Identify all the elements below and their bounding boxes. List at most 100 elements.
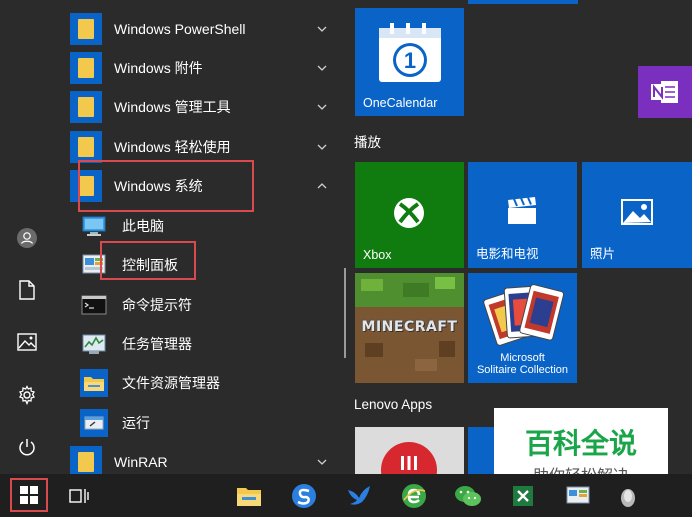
tile-onecalendar[interactable]: 1 OneCalendar bbox=[355, 8, 464, 116]
chevron-down-icon bbox=[317, 26, 327, 32]
tool-icon bbox=[621, 489, 635, 507]
folder-icon bbox=[70, 446, 102, 474]
app-label: 命令提示符 bbox=[122, 297, 192, 313]
sogou-icon bbox=[292, 484, 316, 508]
chevron-down-icon bbox=[317, 459, 327, 465]
start-button[interactable] bbox=[10, 478, 48, 512]
xbox-icon bbox=[394, 198, 424, 228]
tile-xbox[interactable]: Xbox bbox=[355, 162, 464, 268]
taskbar bbox=[0, 474, 692, 517]
app-label: 运行 bbox=[122, 415, 150, 431]
app-label: Windows 附件 bbox=[114, 60, 203, 76]
tile-photos[interactable]: 照片 bbox=[582, 162, 692, 268]
taskbar-bird-app[interactable] bbox=[343, 480, 375, 512]
tile-partial-top[interactable] bbox=[468, 0, 578, 4]
task-manager-icon bbox=[82, 334, 106, 354]
app-list: Windows PowerShell Windows 附件 Windows 管理… bbox=[54, 0, 344, 474]
app-item-control-panel[interactable]: 控制面板 bbox=[54, 245, 344, 285]
minecraft-logo-text: MINECRAFT bbox=[361, 319, 458, 335]
app-label: Windows 管理工具 bbox=[114, 99, 231, 115]
windows-logo-icon bbox=[20, 486, 38, 504]
tile-label: 照片 bbox=[590, 247, 616, 261]
taskbar-tool-app[interactable] bbox=[612, 480, 644, 512]
folder-icon bbox=[70, 91, 102, 123]
pictures-icon bbox=[17, 333, 37, 351]
taskbar-wechat[interactable] bbox=[452, 480, 484, 512]
group-title-play: 播放 bbox=[354, 135, 381, 150]
solitaire-title: Microsoft Solitaire Collection bbox=[468, 352, 577, 376]
run-icon bbox=[80, 409, 108, 437]
tile-label: 电影和电视 bbox=[476, 247, 539, 261]
tile-movies-tv[interactable]: 电影和电视 bbox=[468, 162, 577, 268]
app-item-this-pc[interactable]: 此电脑 bbox=[54, 206, 344, 246]
app-label: 此电脑 bbox=[122, 218, 164, 234]
app-folder-winrar[interactable]: WinRAR bbox=[54, 442, 344, 474]
start-menu-rail bbox=[0, 0, 54, 474]
document-icon bbox=[19, 280, 35, 300]
lenovo-app-icon bbox=[381, 442, 437, 474]
pictures-button[interactable] bbox=[0, 322, 54, 362]
task-view-icon bbox=[69, 489, 89, 503]
power-icon bbox=[19, 439, 35, 456]
taskbar-360-browser[interactable] bbox=[398, 480, 430, 512]
settings-icon bbox=[19, 385, 35, 405]
tile-minecraft[interactable]: MINECRAFT bbox=[355, 273, 464, 383]
spreadsheet-icon bbox=[513, 486, 533, 506]
chevron-up-icon bbox=[317, 183, 327, 189]
app-label: 任务管理器 bbox=[122, 336, 192, 352]
bird-icon bbox=[348, 486, 370, 505]
tiles-panel: 1 OneCalendar 播放 Xbox 电影和电视 照片 MINECRAFT… bbox=[346, 0, 692, 474]
taskbar-control-panel[interactable] bbox=[562, 480, 594, 512]
folder-icon bbox=[70, 52, 102, 84]
calendar-glyph: 1 bbox=[404, 48, 416, 73]
power-button[interactable] bbox=[0, 427, 54, 467]
chevron-down-icon bbox=[317, 104, 327, 110]
calendar-icon: 1 bbox=[379, 23, 441, 82]
wechat-icon bbox=[455, 486, 481, 506]
watermark-title: 百科全说 bbox=[524, 427, 637, 460]
chevron-down-icon bbox=[317, 65, 327, 71]
solitaire-title-line2: Solitaire Collection bbox=[476, 364, 569, 376]
control-panel-icon bbox=[566, 486, 590, 504]
app-item-run[interactable]: 运行 bbox=[54, 403, 344, 443]
group-title-lenovo-apps: Lenovo Apps bbox=[354, 397, 433, 412]
app-label: Windows 轻松使用 bbox=[114, 139, 231, 155]
tile-onenote[interactable] bbox=[638, 66, 692, 118]
app-folder-accessories[interactable]: Windows 附件 bbox=[54, 48, 344, 88]
app-folder-powershell[interactable]: Windows PowerShell bbox=[54, 9, 344, 49]
cmd-icon bbox=[81, 295, 107, 315]
user-icon bbox=[17, 228, 37, 248]
browser-e-icon bbox=[402, 484, 426, 508]
file-explorer-icon bbox=[80, 369, 108, 397]
folder-icon bbox=[70, 131, 102, 163]
film-clapper-icon bbox=[508, 197, 536, 224]
app-label: Windows PowerShell bbox=[114, 21, 246, 37]
settings-button[interactable] bbox=[0, 375, 54, 415]
folder-icon bbox=[70, 13, 102, 45]
tile-label: Xbox bbox=[363, 248, 392, 262]
tile-solitaire[interactable]: Microsoft Solitaire Collection bbox=[468, 273, 577, 383]
taskbar-sogou-browser[interactable] bbox=[288, 480, 320, 512]
taskbar-excel[interactable] bbox=[507, 480, 539, 512]
taskbar-file-explorer[interactable] bbox=[233, 480, 265, 512]
tile-label: OneCalendar bbox=[363, 96, 438, 110]
folder-icon bbox=[237, 488, 261, 506]
app-item-task-manager[interactable]: 任务管理器 bbox=[54, 324, 344, 364]
onenote-icon bbox=[651, 81, 678, 103]
task-view-button[interactable] bbox=[63, 480, 95, 512]
app-label: WinRAR bbox=[114, 454, 168, 470]
documents-button[interactable] bbox=[0, 270, 54, 310]
app-folder-admin-tools[interactable]: Windows 管理工具 bbox=[54, 87, 344, 127]
app-item-cmd[interactable]: 命令提示符 bbox=[54, 285, 344, 325]
tile-lenovo-app[interactable] bbox=[355, 427, 464, 474]
tile-partial-bottom[interactable] bbox=[468, 427, 494, 474]
highlight-box-windows-system bbox=[78, 160, 254, 212]
highlight-box-control-panel bbox=[100, 241, 196, 280]
computer-icon bbox=[82, 216, 106, 236]
app-label: 文件资源管理器 bbox=[122, 375, 220, 391]
solitaire-title-line1: Microsoft bbox=[500, 352, 545, 364]
playing-cards-icon bbox=[483, 284, 565, 346]
app-item-file-explorer[interactable]: 文件资源管理器 bbox=[54, 363, 344, 403]
user-account-button[interactable] bbox=[0, 218, 54, 258]
chevron-down-icon bbox=[317, 144, 327, 150]
